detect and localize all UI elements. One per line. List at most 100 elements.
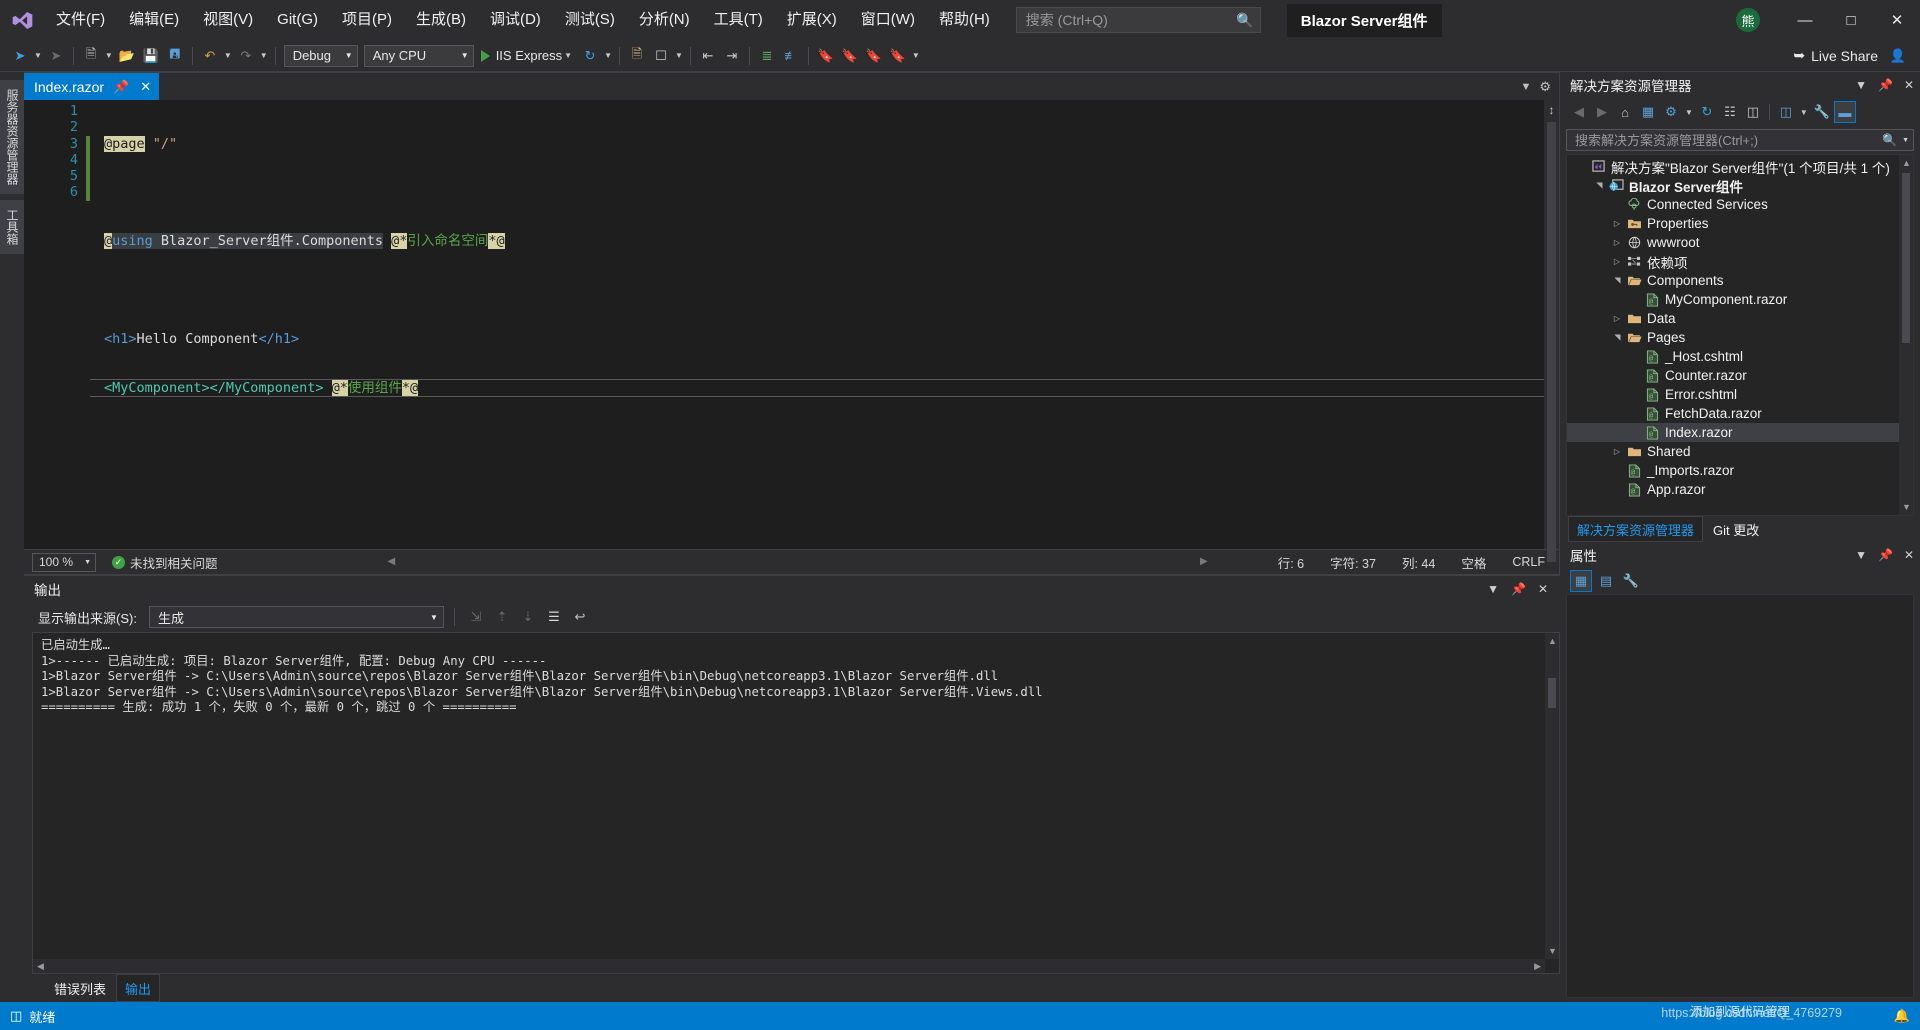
tab-output[interactable]: 输出 — [116, 974, 161, 1002]
categorized-view-icon[interactable]: ▦ — [1570, 570, 1592, 592]
scroll-right-icon[interactable]: ▶ — [1200, 556, 1208, 567]
scrollbar-thumb[interactable] — [1548, 678, 1556, 708]
tree-item-error.cshtml[interactable]: @ Error.cshtml — [1567, 385, 1913, 404]
output-horizontal-scrollbar[interactable]: ◀ ▶ — [33, 959, 1545, 973]
line-ending-indicator[interactable]: CRLF — [1512, 555, 1545, 569]
chevron-right-icon[interactable]: ▷ — [1609, 238, 1625, 247]
output-source-combo[interactable]: 生成 ▼ — [148, 606, 444, 628]
navigate-forward-icon[interactable]: ▶ — [1591, 101, 1613, 123]
properties-grid[interactable] — [1566, 594, 1914, 998]
tree-item-connected-services[interactable]: Connected Services — [1567, 195, 1913, 214]
properties-icon[interactable]: 🔧 — [1811, 101, 1833, 123]
tab-git-changes[interactable]: Git 更改 — [1705, 516, 1767, 542]
pin-icon[interactable]: 📌 — [1878, 78, 1893, 92]
redo-dropdown-icon[interactable]: ▼ — [258, 51, 270, 60]
menu-help[interactable]: 帮助(H) — [927, 0, 1002, 40]
preview-selected-items-icon[interactable]: ▬ — [1833, 101, 1856, 123]
pin-icon[interactable]: 📌 — [111, 79, 131, 95]
tree-item-app.razor[interactable]: @ App.razor — [1567, 480, 1913, 499]
solution-configuration-combo[interactable]: Debug ▼ — [283, 44, 358, 67]
menu-test[interactable]: 测试(S) — [553, 0, 627, 40]
search-input[interactable] — [1025, 12, 1237, 28]
comment-selection-icon[interactable]: ⇤ — [696, 44, 720, 68]
go-to-next-message-icon[interactable]: ⇣ — [517, 606, 539, 628]
navigate-forward-icon[interactable]: ➤ — [44, 44, 68, 68]
account-avatar[interactable]: 熊 — [1736, 8, 1760, 32]
close-icon[interactable]: ✕ — [138, 79, 153, 95]
browser-selector-icon[interactable]: 🗎 — [625, 44, 649, 68]
scroll-up-icon[interactable]: ▲ — [1902, 158, 1911, 168]
close-icon[interactable]: ✕ — [1538, 582, 1548, 596]
tab-solution-explorer[interactable]: 解决方案资源管理器 — [1568, 516, 1704, 542]
navigate-back-icon[interactable]: ➤ — [8, 44, 32, 68]
chevron-down-icon[interactable]: ▼ — [1798, 108, 1810, 117]
menu-extensions[interactable]: 扩展(X) — [775, 0, 849, 40]
find-message-icon[interactable]: ⇲ — [465, 606, 487, 628]
menu-window[interactable]: 窗口(W) — [849, 0, 927, 40]
show-all-files-icon[interactable]: ◫ — [1742, 101, 1764, 123]
increase-indent-icon[interactable]: ≣ — [755, 44, 779, 68]
tree-vertical-scrollbar[interactable]: ▲ ▼ — [1899, 155, 1913, 515]
view-designer-icon[interactable]: ◫ — [1775, 101, 1797, 123]
feedback-icon[interactable]: 👤 — [1886, 44, 1910, 68]
output-text-area[interactable]: 已启动生成… 1>------ 已启动生成: 项目: Blazor Server… — [32, 632, 1560, 974]
menu-project[interactable]: 项目(P) — [330, 0, 404, 40]
scroll-left-icon[interactable]: ◀ — [37, 961, 44, 972]
chevron-down-icon[interactable]: ▼ — [1855, 548, 1867, 562]
go-to-previous-message-icon[interactable]: ⇡ — [491, 606, 513, 628]
indentation-indicator[interactable]: 空格 — [1461, 553, 1486, 572]
previous-bookmark-icon[interactable]: 🔖 — [838, 44, 862, 68]
sidebar-tab-server-explorer[interactable]: 服务器资源管理器 — [0, 80, 25, 194]
solution-explorer-search[interactable]: 🔍 ▼ — [1566, 129, 1914, 151]
scroll-up-icon[interactable]: ▲ — [1548, 636, 1557, 646]
chevron-down-icon[interactable]: ▼ — [1902, 137, 1909, 144]
undo-icon[interactable]: ↶ — [198, 44, 222, 68]
menu-git[interactable]: Git(G) — [265, 0, 330, 40]
menu-debug[interactable]: 调试(D) — [478, 0, 553, 40]
filter-icon[interactable]: ⚙ — [1660, 101, 1682, 123]
code-text[interactable]: @page "/" @using Blazor_Server组件.Compone… — [90, 100, 1559, 549]
tree-item-fetchdata.razor[interactable]: @ FetchData.razor — [1567, 404, 1913, 423]
chevron-right-icon[interactable]: ▷ — [1609, 314, 1625, 323]
output-vertical-scrollbar[interactable]: ▲ ▼ — [1545, 633, 1559, 959]
menu-tools[interactable]: 工具(T) — [702, 0, 775, 40]
chevron-down-icon[interactable]: ▼ — [562, 51, 574, 60]
navigate-back-dropdown-icon[interactable]: ▼ — [32, 51, 44, 60]
scroll-right-icon[interactable]: ▶ — [1534, 961, 1541, 972]
chevron-right-icon[interactable]: ▷ — [1609, 257, 1625, 266]
solution-platform-combo[interactable]: Any CPU ▼ — [363, 44, 474, 67]
navigate-back-icon[interactable]: ◀ — [1568, 101, 1590, 123]
tree-item-shared[interactable]: ▷ Shared — [1567, 442, 1913, 461]
tree-item-properties[interactable]: ▷ Properties — [1567, 214, 1913, 233]
menu-file[interactable]: 文件(F) — [44, 0, 117, 40]
tree-item-counter.razor[interactable]: @ Counter.razor — [1567, 366, 1913, 385]
scrollbar-thumb[interactable] — [1902, 173, 1910, 343]
close-icon[interactable]: ✕ — [1904, 548, 1914, 562]
tree-item-wwwroot[interactable]: ▷ wwwroot — [1567, 233, 1913, 252]
chevron-down-icon[interactable]: ◢ — [1613, 273, 1622, 289]
tree-item-data[interactable]: ▷ Data — [1567, 309, 1913, 328]
alphabetical-view-icon[interactable]: ▤ — [1595, 570, 1617, 592]
chevron-down-icon[interactable]: ◢ — [1595, 178, 1604, 194]
tree-item-components[interactable]: ◢ Components — [1567, 271, 1913, 290]
editor-surface[interactable]: 1 2 3 4 5 6 @page "/" @using Blazor_Serv… — [24, 100, 1559, 562]
refresh-icon[interactable]: ↻ — [1696, 101, 1718, 123]
close-icon[interactable]: ✕ — [1904, 78, 1914, 92]
maximize-button[interactable]: □ — [1828, 0, 1874, 40]
hot-reload-dropdown-icon[interactable]: ▼ — [602, 51, 614, 60]
decrease-indent-icon[interactable]: ≢ — [779, 44, 803, 68]
editor-horizontal-scrollbar[interactable]: ◀ ▶ — [228, 556, 1268, 568]
hot-reload-icon[interactable]: ↻ — [578, 44, 602, 68]
pending-changes-filter-icon[interactable]: ▦ — [1637, 101, 1659, 123]
toggle-word-wrap-icon[interactable]: ↩ — [569, 606, 591, 628]
scroll-down-icon[interactable]: ▼ — [1902, 502, 1911, 512]
sidebar-tab-toolbox[interactable]: 工具箱 — [0, 200, 25, 254]
zoom-level-combo[interactable]: 100 % ▼ — [32, 552, 96, 572]
start-debug-button[interactable]: IIS Express ▼ — [477, 48, 578, 63]
scroll-down-icon[interactable]: ▼ — [1548, 946, 1557, 956]
tree-item-pages[interactable]: ◢ Pages — [1567, 328, 1913, 347]
chevron-down-icon[interactable]: ▼ — [1855, 78, 1867, 92]
pin-icon[interactable]: 📌 — [1878, 548, 1893, 562]
document-tab-index-razor[interactable]: Index.razor 📌 ✕ — [24, 73, 160, 100]
tab-error-list[interactable]: 错误列表 — [46, 974, 114, 1002]
